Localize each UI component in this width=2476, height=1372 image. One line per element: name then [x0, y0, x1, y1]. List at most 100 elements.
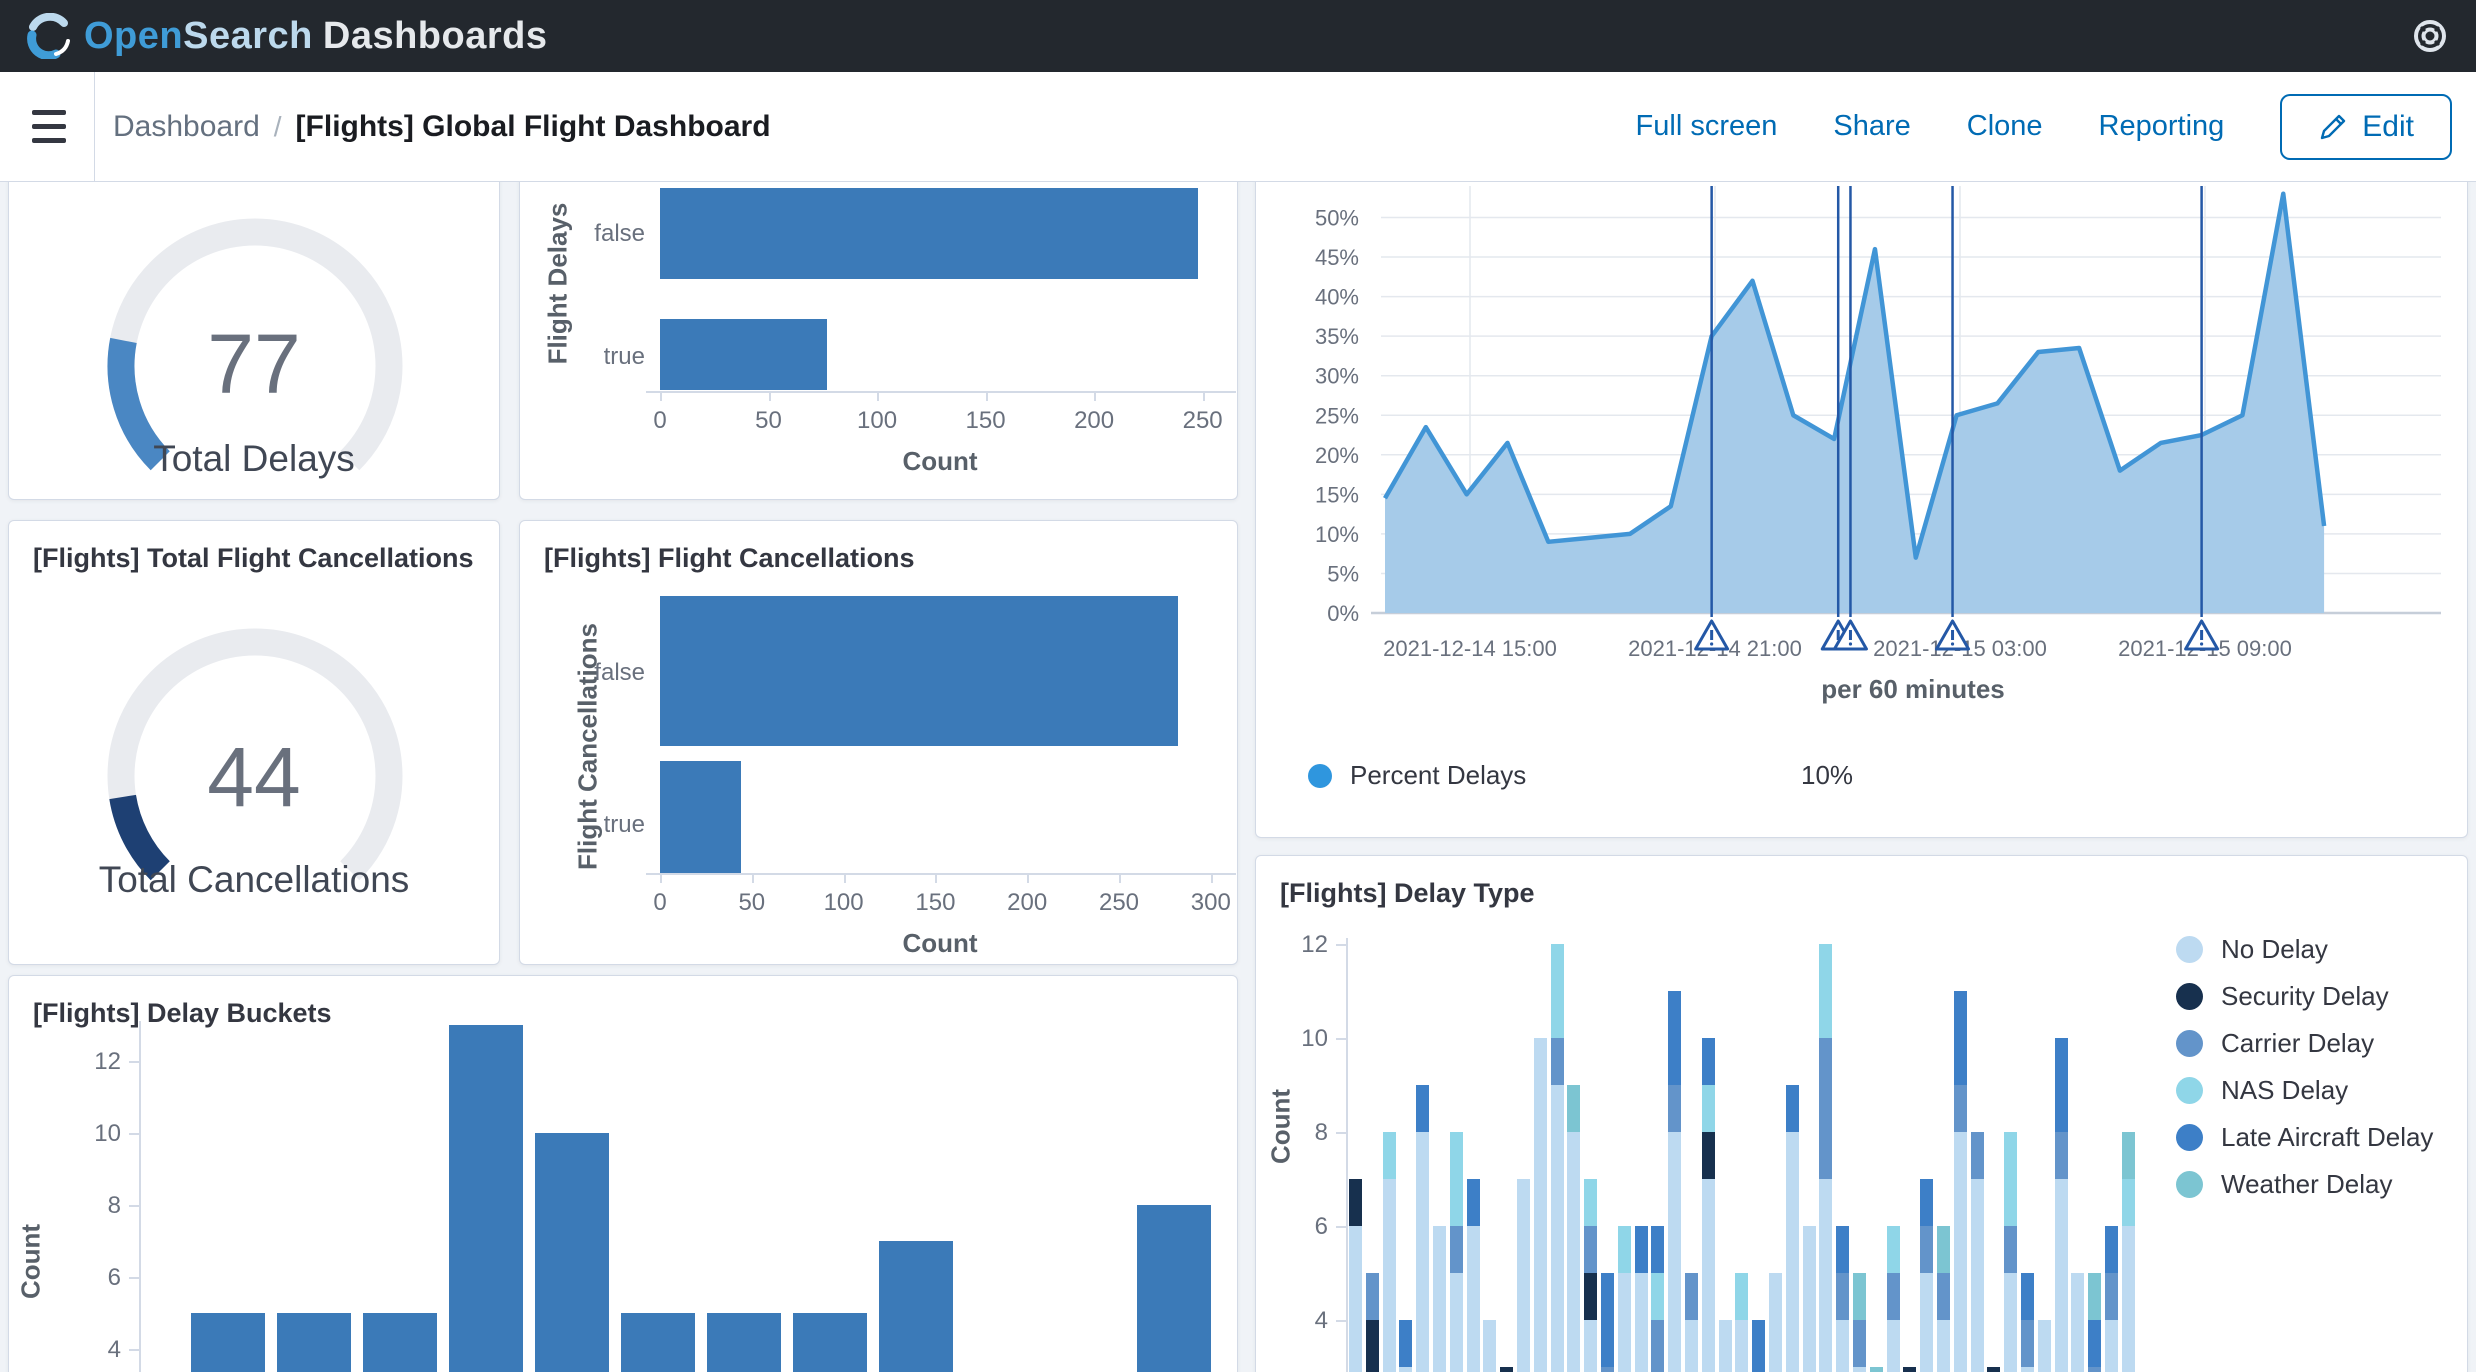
histogram-bar[interactable] — [363, 1313, 437, 1372]
stacked-bar[interactable] — [1635, 1226, 1648, 1372]
histogram-bar[interactable] — [1137, 1205, 1211, 1372]
histogram-bar[interactable] — [621, 1313, 695, 1372]
panel-flight-cancellations[interactable]: [Flights] Flight Cancellations Flight Ca… — [519, 520, 1238, 965]
stacked-bar[interactable] — [1618, 1226, 1631, 1372]
stacked-bar[interactable] — [1383, 1132, 1396, 1372]
stacked-bar[interactable] — [1651, 1226, 1664, 1372]
stacked-bar-segment — [1735, 1273, 1748, 1320]
stacked-bar[interactable] — [2105, 1226, 2118, 1372]
stacked-bar[interactable] — [1450, 1132, 1463, 1372]
delay-type-legend-item[interactable]: Security Delay — [2176, 981, 2389, 1012]
stacked-bar[interactable] — [2004, 1132, 2017, 1372]
stacked-bar[interactable] — [1920, 1179, 1933, 1372]
stacked-bar-segment — [1450, 1273, 1463, 1372]
share-button[interactable]: Share — [1833, 110, 1910, 143]
stacked-bar-segment — [2088, 1320, 2101, 1367]
stacked-bar[interactable] — [1551, 944, 1564, 1372]
stacked-bar[interactable] — [1584, 1179, 1597, 1372]
stacked-bar[interactable] — [1903, 1367, 1916, 1372]
stacked-bar[interactable] — [1685, 1273, 1698, 1372]
stacked-bar[interactable] — [1467, 1179, 1480, 1372]
barh-bar[interactable] — [660, 188, 1198, 279]
stacked-bar[interactable] — [1819, 944, 1832, 1372]
reporting-button[interactable]: Reporting — [2099, 110, 2225, 143]
stacked-bar[interactable] — [1399, 1320, 1412, 1372]
stacked-bar[interactable] — [1500, 1367, 1513, 1372]
stacked-bar[interactable] — [1769, 1273, 1782, 1372]
percent-delays-legend[interactable]: Percent Delays — [1308, 760, 1526, 791]
histogram-bar[interactable] — [879, 1241, 953, 1372]
stacked-bar[interactable] — [1349, 1179, 1362, 1372]
stacked-bar-segment — [1366, 1273, 1379, 1320]
delay-type-legend-item[interactable]: NAS Delay — [2176, 1075, 2348, 1106]
stacked-bar-segment — [1819, 1179, 1832, 1372]
stacked-bar[interactable] — [1534, 1038, 1547, 1372]
stacked-bar[interactable] — [1937, 1226, 1950, 1372]
delay-type-legend-item[interactable]: Weather Delay — [2176, 1169, 2393, 1200]
barh-bar[interactable] — [660, 761, 741, 873]
stacked-bar[interactable] — [1601, 1273, 1614, 1372]
stacked-bar[interactable] — [1786, 1085, 1799, 1372]
stacked-bar[interactable] — [1366, 1273, 1379, 1372]
histogram-bar[interactable] — [535, 1133, 609, 1372]
stacked-bar[interactable] — [1752, 1320, 1765, 1372]
stacked-bar[interactable] — [1735, 1273, 1748, 1372]
stacked-bar[interactable] — [2071, 1273, 2084, 1372]
stacked-bar[interactable] — [1416, 1085, 1429, 1372]
stacked-bar[interactable] — [1836, 1226, 1849, 1372]
stacked-bar[interactable] — [1853, 1273, 1866, 1372]
x-axis-line — [646, 873, 1236, 875]
help-icon[interactable] — [2410, 16, 2450, 56]
stacked-bar[interactable] — [1870, 1367, 1883, 1372]
y-axis-tick — [129, 1277, 139, 1279]
stacked-bar[interactable] — [2021, 1273, 2034, 1372]
stacked-bar[interactable] — [1954, 991, 1967, 1372]
stacked-bar[interactable] — [1887, 1226, 1900, 1372]
panel-flight-delays[interactable]: Flight Delays falsetrue050100150200250Co… — [519, 182, 1238, 500]
stacked-bar[interactable] — [1803, 1226, 1816, 1372]
menu-icon[interactable] — [12, 90, 86, 164]
stacked-bar[interactable] — [1668, 991, 1681, 1372]
delay-type-legend-item[interactable]: Late Aircraft Delay — [2176, 1122, 2433, 1153]
full-screen-button[interactable]: Full screen — [1636, 110, 1778, 143]
stacked-bar-segment — [1937, 1273, 1950, 1320]
stacked-bar-segment — [1836, 1226, 1849, 1273]
delay-type-legend-item[interactable]: Carrier Delay — [2176, 1028, 2374, 1059]
stacked-bar[interactable] — [1702, 1038, 1715, 1372]
stacked-bar-segment — [1786, 1132, 1799, 1372]
stacked-bar[interactable] — [1433, 1226, 1446, 1372]
stacked-bar[interactable] — [2038, 1320, 2051, 1372]
histogram-bar[interactable] — [449, 1025, 523, 1372]
dashboard-nav-bar: Dashboard / [Flights] Global Flight Dash… — [0, 72, 2476, 182]
edit-button[interactable]: Edit — [2280, 94, 2452, 160]
stacked-bar[interactable] — [1971, 1132, 1984, 1372]
stacked-bar[interactable] — [1719, 1320, 1732, 1372]
stacked-bar-segment — [1719, 1320, 1732, 1372]
panel-delay-type[interactable]: [Flights] Delay Type Count 1210864 No De… — [1255, 855, 2468, 1372]
barh-bar[interactable] — [660, 319, 827, 390]
opensearch-logo[interactable]: OpenSearchDashboards — [26, 13, 548, 59]
panel-delay-buckets[interactable]: [Flights] Delay Buckets Count 1210864 — [8, 975, 1238, 1372]
stacked-bar[interactable] — [1517, 1179, 1530, 1372]
panel-total-delays[interactable]: 77 Total Delays — [8, 182, 500, 500]
clone-button[interactable]: Clone — [1967, 110, 2043, 143]
x-axis-tick-label: 150 — [946, 407, 1026, 435]
histogram-bar[interactable] — [793, 1313, 867, 1372]
stacked-bar[interactable] — [2122, 1132, 2135, 1372]
stacked-bar[interactable] — [2088, 1273, 2101, 1372]
delay-type-legend-item[interactable]: No Delay — [2176, 934, 2328, 965]
total-delays-label: Total Delays — [9, 438, 499, 480]
barh-bar[interactable] — [660, 596, 1178, 746]
stacked-bar[interactable] — [2055, 1038, 2068, 1372]
histogram-bar[interactable] — [191, 1313, 265, 1372]
stacked-bar-segment — [2088, 1367, 2101, 1372]
stacked-bar[interactable] — [1567, 1085, 1580, 1372]
breadcrumb-dashboard[interactable]: Dashboard — [113, 110, 260, 144]
panel-total-flight-cancellations[interactable]: [Flights] Total Flight Cancellations 44 … — [8, 520, 500, 965]
y-axis-tick — [129, 1133, 139, 1135]
stacked-bar[interactable] — [1483, 1320, 1496, 1372]
histogram-bar[interactable] — [707, 1313, 781, 1372]
panel-delay-percentages[interactable]: 0%5%10%15%20%25%30%35%40%45%50%2021-12-1… — [1255, 182, 2468, 838]
stacked-bar[interactable] — [1987, 1367, 2000, 1372]
histogram-bar[interactable] — [277, 1313, 351, 1372]
